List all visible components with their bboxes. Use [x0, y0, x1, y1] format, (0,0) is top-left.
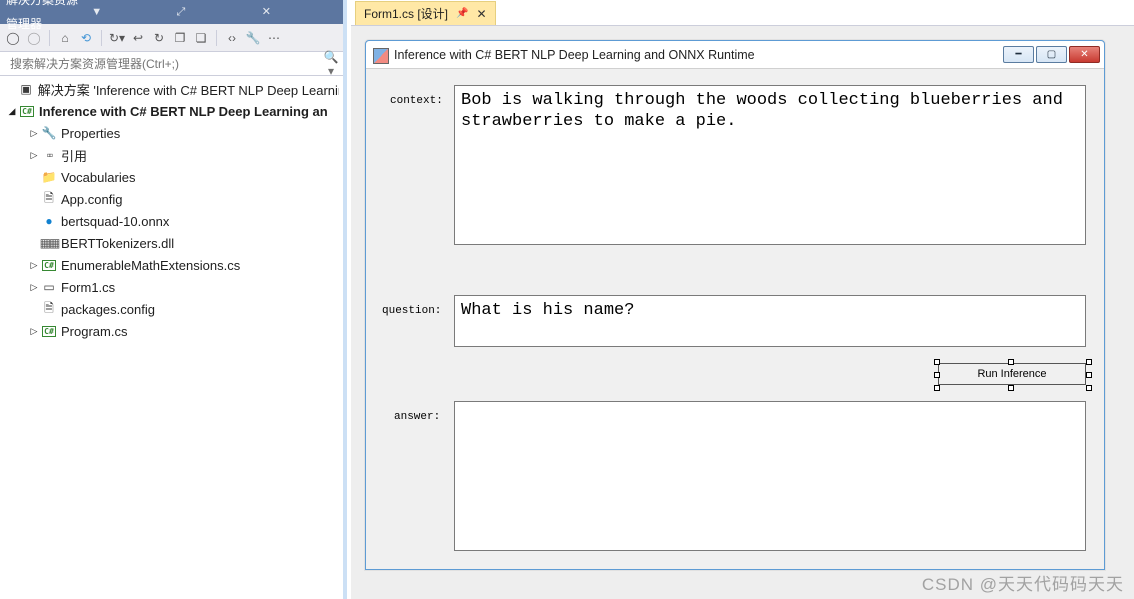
onnx-icon: ●	[40, 212, 58, 230]
solution-tree[interactable]: ▶ ▣ 解决方案 'Inference with C# BERT NLP Dee…	[0, 76, 343, 599]
chevron-right-icon[interactable]: ▷	[28, 326, 40, 337]
window-titlebar[interactable]: Inference with C# BERT NLP Deep Learning…	[366, 41, 1104, 69]
label-answer: answer:	[394, 411, 440, 423]
tree-item-references[interactable]: ▷ ▫▫ 引用	[0, 144, 343, 166]
more-icon[interactable]: ⋯	[265, 29, 283, 47]
window-title: Inference with C# BERT NLP Deep Learning…	[394, 48, 1003, 62]
tree-label: packages.config	[61, 302, 155, 317]
chevron-right-icon[interactable]: ▷	[28, 282, 40, 293]
minimize-button[interactable]: ━	[1003, 46, 1034, 63]
tab-label: Form1.cs [设计]	[364, 5, 448, 22]
chevron-down-icon[interactable]: ◢	[6, 106, 18, 117]
cs-icon: C#	[42, 326, 56, 337]
tree-item-form1[interactable]: ▷ ▭ Form1.cs	[0, 276, 343, 298]
resize-handle-s[interactable]	[1008, 385, 1014, 391]
chevron-right-icon[interactable]: ▷	[28, 150, 40, 161]
tree-item-onnx[interactable]: ▶ ● bertsquad-10.onnx	[0, 210, 343, 232]
tree-item-dll[interactable]: ▶ ▦▦ BERTTokenizers.dll	[0, 232, 343, 254]
back-icon[interactable]: ◯	[4, 29, 22, 47]
references-icon: ▫▫	[40, 146, 58, 164]
code-icon[interactable]: ‹›	[223, 29, 241, 47]
document-tabs: Form1.cs [设计] 📌 ✕	[351, 0, 1134, 26]
tree-label: BERTTokenizers.dll	[61, 236, 174, 251]
close-icon[interactable]: ✕	[476, 7, 486, 21]
tab-form1-design[interactable]: Form1.cs [设计] 📌 ✕	[355, 1, 496, 25]
design-selection[interactable]: Run Inference	[938, 363, 1088, 387]
redo-icon[interactable]: ↻	[150, 29, 168, 47]
window-icon	[372, 47, 388, 63]
label-context: context:	[390, 95, 443, 107]
resize-handle-w[interactable]	[934, 372, 940, 378]
window-buttons: ━ ▢ ✕	[1003, 46, 1100, 63]
close-icon[interactable]: ✕	[262, 0, 337, 24]
search-icon[interactable]: 🔍▾	[321, 50, 341, 78]
chevron-right-icon[interactable]: ▷	[28, 128, 40, 139]
undo-icon[interactable]: ↩	[129, 29, 147, 47]
solution-label: 解决方案 'Inference with C# BERT NLP Deep Le…	[38, 80, 339, 99]
project-label: Inference with C# BERT NLP Deep Learning…	[39, 104, 328, 119]
resize-handle-sw[interactable]	[934, 385, 940, 391]
question-textbox[interactable]	[454, 295, 1086, 347]
form-icon: ▭	[40, 278, 58, 296]
folder-icon: 📁	[40, 168, 58, 186]
pin-icon[interactable]: 📌	[456, 8, 468, 19]
solution-icon: ▣	[17, 80, 34, 98]
csproj-icon: C#	[20, 106, 34, 117]
panel-title: 解决方案资源管理器 ▼ ⤢ ✕	[0, 0, 343, 24]
close-button[interactable]: ✕	[1069, 46, 1100, 63]
explorer-search[interactable]: 🔍▾	[0, 52, 343, 76]
separator	[101, 30, 102, 46]
winform-window[interactable]: Inference with C# BERT NLP Deep Learning…	[365, 40, 1105, 570]
forward-icon[interactable]: ◯	[25, 29, 43, 47]
tree-label: 引用	[61, 146, 87, 165]
tree-item-program[interactable]: ▷ C# Program.cs	[0, 320, 343, 342]
refresh-icon[interactable]: ↻▾	[108, 29, 126, 47]
resize-handle-se[interactable]	[1086, 385, 1092, 391]
cs-icon: C#	[42, 260, 56, 271]
home-icon[interactable]: ⌂	[56, 29, 74, 47]
maximize-button[interactable]: ▢	[1036, 46, 1067, 63]
resize-handle-e[interactable]	[1086, 372, 1092, 378]
run-inference-button[interactable]: Run Inference	[938, 363, 1086, 385]
tree-item-mathext[interactable]: ▷ C# EnumerableMathExtensions.cs	[0, 254, 343, 276]
tree-item-vocabularies[interactable]: ▶ 📁 Vocabularies	[0, 166, 343, 188]
panel-dropdown-icon[interactable]: ▼	[91, 0, 166, 24]
resize-handle-nw[interactable]	[934, 359, 940, 365]
tree-label: Vocabularies	[61, 170, 135, 185]
tree-item-packages[interactable]: ▶ 🗎 packages.config	[0, 298, 343, 320]
tree-item-appconfig[interactable]: ▶ 🗎 App.config	[0, 188, 343, 210]
resize-handle-ne[interactable]	[1086, 359, 1092, 365]
pin-icon[interactable]: ⤢	[177, 0, 252, 24]
copy-icon[interactable]: ❐	[171, 29, 189, 47]
tree-label: EnumerableMathExtensions.cs	[61, 258, 240, 273]
config-icon: 🗎	[40, 190, 58, 208]
tree-item-properties[interactable]: ▷ 🔧 Properties	[0, 122, 343, 144]
collapse-icon[interactable]: ❏	[192, 29, 210, 47]
tree-label: Properties	[61, 126, 120, 141]
tree-label: bertsquad-10.onnx	[61, 214, 169, 229]
tree-label: Form1.cs	[61, 280, 115, 295]
search-input[interactable]	[2, 54, 321, 74]
label-question: question:	[382, 305, 441, 317]
context-textbox[interactable]	[454, 85, 1086, 245]
sync-icon[interactable]: ⟲	[77, 29, 95, 47]
config-icon: 🗎	[40, 300, 58, 318]
tree-label: Program.cs	[61, 324, 127, 339]
properties-icon[interactable]: 🔧	[244, 29, 262, 47]
dll-icon: ▦▦	[40, 234, 58, 252]
resize-handle-n[interactable]	[1008, 359, 1014, 365]
wrench-icon: 🔧	[40, 124, 58, 142]
tree-label: App.config	[61, 192, 122, 207]
project-node[interactable]: ◢ C# Inference with C# BERT NLP Deep Lea…	[0, 100, 343, 122]
designer-surface[interactable]: Inference with C# BERT NLP Deep Learning…	[351, 26, 1134, 599]
separator	[49, 30, 50, 46]
separator	[216, 30, 217, 46]
chevron-right-icon[interactable]: ▷	[28, 260, 40, 271]
run-label: Run Inference	[977, 368, 1046, 380]
answer-textbox[interactable]	[454, 401, 1086, 551]
solution-node[interactable]: ▶ ▣ 解决方案 'Inference with C# BERT NLP Dee…	[0, 78, 343, 100]
